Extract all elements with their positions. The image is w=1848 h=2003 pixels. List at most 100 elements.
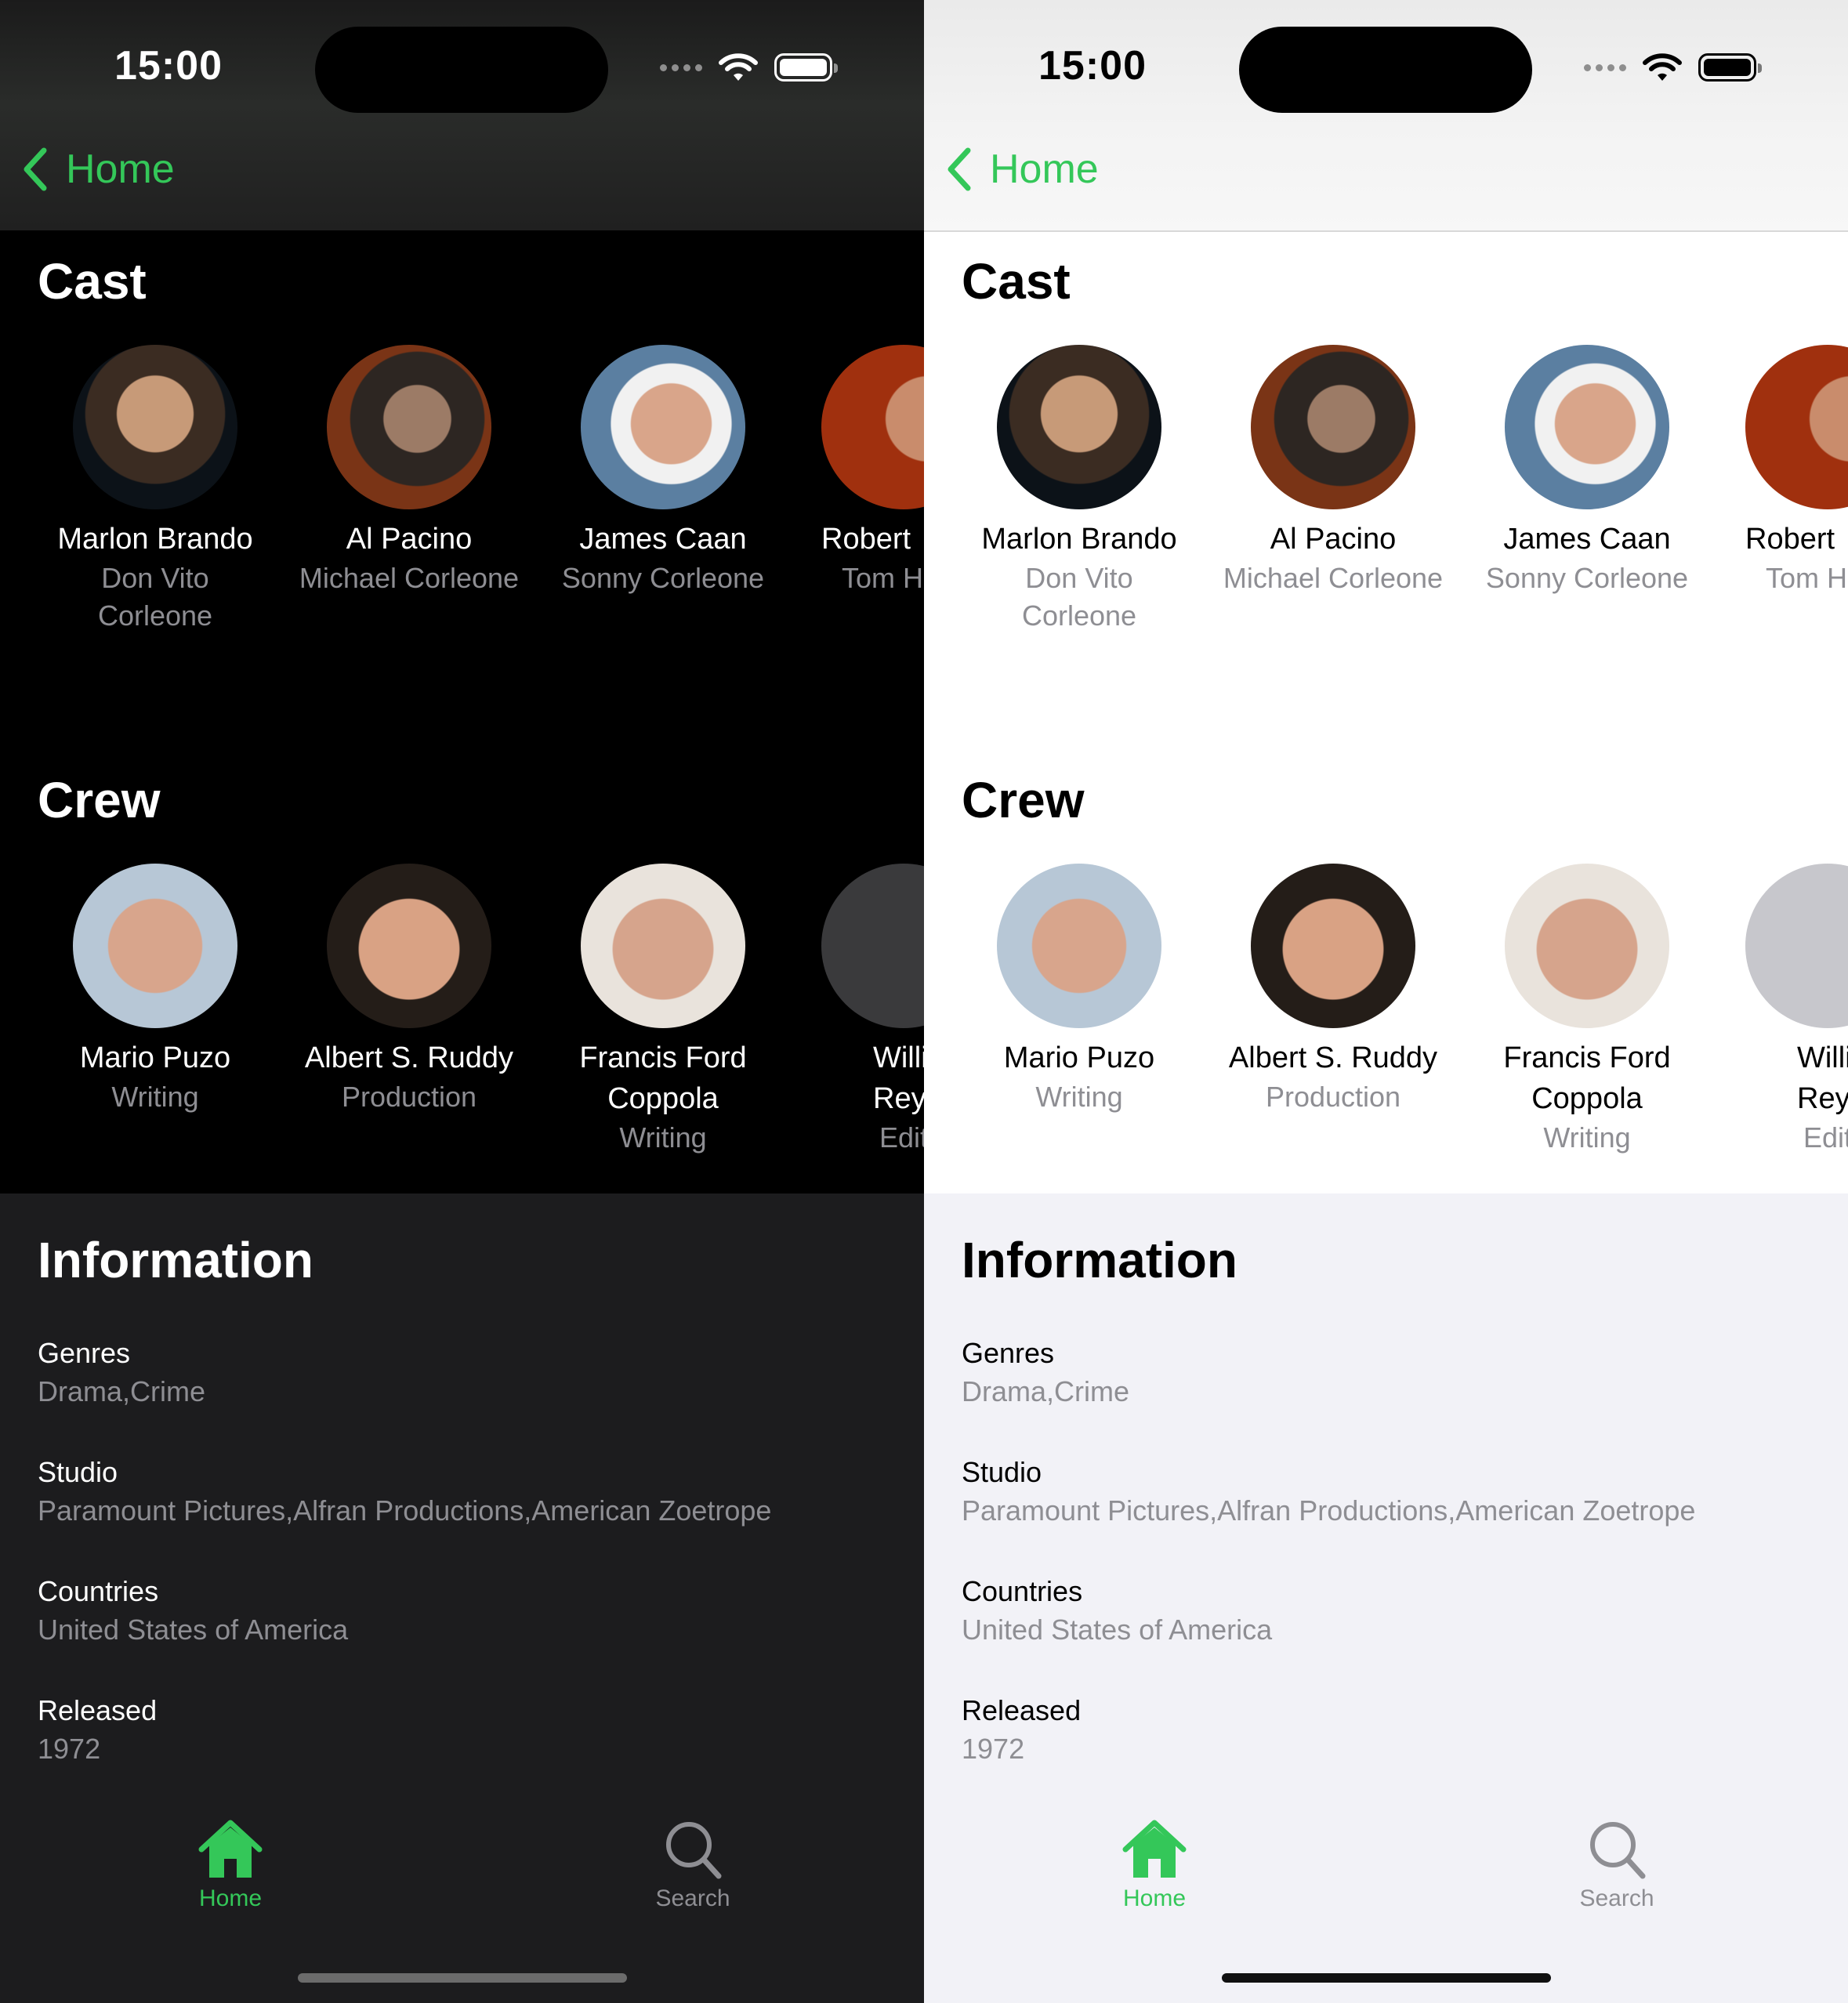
crew-item[interactable]: Albert S. Ruddy Production <box>1208 864 1458 1116</box>
tab-home[interactable]: Home <box>152 1818 309 1912</box>
cast-item[interactable]: Al Pacino Michael Corleone <box>1208 345 1458 597</box>
home-indicator[interactable] <box>298 1973 627 1983</box>
tab-home[interactable]: Home <box>1076 1818 1233 1912</box>
signal-icon <box>1584 63 1626 71</box>
field-value: 1972 <box>962 1733 1025 1765</box>
cast-role: Michael Corleone <box>1223 562 1444 594</box>
crew-item[interactable]: Willi Reyn Edit <box>792 864 924 1157</box>
house-icon <box>198 1820 263 1878</box>
status-icons <box>660 50 838 85</box>
crew-item[interactable]: Francis Ford Coppola Writing <box>538 864 788 1157</box>
crew-name: Willi Reyn <box>873 1041 924 1115</box>
back-button[interactable]: Home <box>19 146 175 193</box>
cast-name: James Caan <box>579 523 747 556</box>
cast-item[interactable]: Marlon Brando Don Vito Corleone <box>30 345 281 635</box>
crew-role: Writing <box>1543 1121 1631 1154</box>
avatar <box>1505 864 1669 1028</box>
avatar-placeholder <box>821 864 924 1028</box>
field-value: Paramount Pictures,Alfran Productions,Am… <box>38 1494 772 1527</box>
field-label: Studio <box>962 1456 1042 1488</box>
avatar <box>73 345 237 509</box>
crew-role: Writing <box>619 1121 707 1154</box>
avatar <box>997 345 1161 509</box>
status-icons <box>1584 50 1762 85</box>
crew-name: Francis Ford Coppola <box>579 1041 747 1115</box>
field-value: United States of America <box>962 1614 1273 1646</box>
avatar <box>581 345 745 509</box>
information-title: Information <box>962 1232 1237 1288</box>
cast-name: James Caan <box>1503 523 1671 556</box>
field-value: United States of America <box>38 1614 349 1646</box>
dynamic-island <box>315 27 608 113</box>
field-label: Genres <box>962 1337 1055 1369</box>
search-icon <box>1590 1822 1646 1879</box>
information-section: Information Genres Drama,Crime Studio Pa… <box>0 1193 924 2003</box>
cast-item[interactable]: James Caan Sonny Corleone <box>1462 345 1712 597</box>
crew-name: Mario Puzo <box>1003 1041 1155 1074</box>
crew-role: Writing <box>1035 1081 1123 1113</box>
field-value: 1972 <box>38 1733 101 1765</box>
avatar <box>997 864 1161 1028</box>
avatar <box>581 864 745 1028</box>
tab-home-label: Home <box>1122 1885 1187 1911</box>
chevron-left-icon <box>948 147 971 191</box>
cast-item[interactable]: Marlon Brando Don Vito Corleone <box>954 345 1205 635</box>
avatar <box>1745 345 1848 509</box>
crew-item[interactable]: Mario Puzo Writing <box>30 864 281 1116</box>
cast-title: Cast <box>38 253 147 310</box>
cast-item[interactable]: James Caan Sonny Corleone <box>538 345 788 597</box>
cast-item[interactable]: Robert Tom H <box>792 345 924 597</box>
cast-item[interactable]: Robert Tom H <box>1716 345 1848 597</box>
cast-name: Robert <box>1745 523 1835 556</box>
crew-item[interactable]: Willi Reyn Edit <box>1716 864 1848 1157</box>
screenshot: 15:00 Home Cast Marlon Brando Don Vito C… <box>0 0 1848 2003</box>
tab-search-label: Search <box>655 1885 730 1911</box>
crew-role: Writing <box>111 1081 199 1113</box>
information-section: Information Genres Drama,Crime Studio Pa… <box>924 1193 1848 2003</box>
crew-item[interactable]: Mario Puzo Writing <box>954 864 1205 1116</box>
cast-role: Don Vito Corleone <box>1021 562 1137 632</box>
crew-item[interactable]: Albert S. Ruddy Production <box>284 864 534 1116</box>
dark-mode-screen: 15:00 Home Cast Marlon Brando Don Vito C… <box>0 0 924 2003</box>
avatar <box>1251 345 1415 509</box>
tab-search-label: Search <box>1579 1885 1654 1911</box>
crew-title: Crew <box>962 772 1085 828</box>
field-label: Countries <box>38 1575 159 1607</box>
studio-field: Studio Paramount Pictures,Alfran Product… <box>38 1454 771 1530</box>
cast-role: Tom H <box>842 562 924 594</box>
battery-icon <box>1698 53 1762 81</box>
field-label: Studio <box>38 1456 118 1488</box>
dynamic-island <box>1239 27 1532 113</box>
tab-search[interactable]: Search <box>1538 1818 1695 1912</box>
cast-role: Michael Corleone <box>299 562 520 594</box>
chevron-left-icon <box>24 147 47 191</box>
light-mode-screen: 15:00 Home Cast Marlon Brando Don Vito C… <box>924 0 1848 2003</box>
home-indicator[interactable] <box>1222 1973 1551 1983</box>
navigation-header: 15:00 Home <box>0 0 924 230</box>
cast-name: Marlon Brando <box>57 523 253 556</box>
crew-role: Production <box>1265 1081 1401 1113</box>
cast-name: Robert <box>821 523 911 556</box>
field-label: Released <box>38 1694 158 1726</box>
genres-field: Genres Drama,Crime <box>962 1335 1129 1411</box>
crew-item[interactable]: Francis Ford Coppola Writing <box>1462 864 1712 1157</box>
crew-name: Mario Puzo <box>79 1041 231 1074</box>
cast-name: Al Pacino <box>346 523 473 556</box>
status-time: 15:00 <box>1038 43 1147 89</box>
field-label: Genres <box>38 1337 131 1369</box>
cast-item[interactable]: Al Pacino Michael Corleone <box>284 345 534 597</box>
cast-name: Al Pacino <box>1270 523 1397 556</box>
cast-title: Cast <box>962 253 1071 310</box>
field-label: Released <box>962 1694 1082 1726</box>
cast-role: Tom H <box>1766 562 1848 594</box>
search-icon <box>666 1822 722 1879</box>
cast-name: Marlon Brando <box>981 523 1177 556</box>
tab-search[interactable]: Search <box>614 1818 771 1912</box>
back-button[interactable]: Home <box>943 146 1099 193</box>
field-value: Paramount Pictures,Alfran Productions,Am… <box>962 1494 1696 1527</box>
avatar <box>1505 345 1669 509</box>
released-field: Released 1972 <box>38 1692 157 1769</box>
crew-title: Crew <box>38 772 161 828</box>
field-label: Countries <box>962 1575 1083 1607</box>
navigation-header: 15:00 Home <box>924 0 1848 232</box>
